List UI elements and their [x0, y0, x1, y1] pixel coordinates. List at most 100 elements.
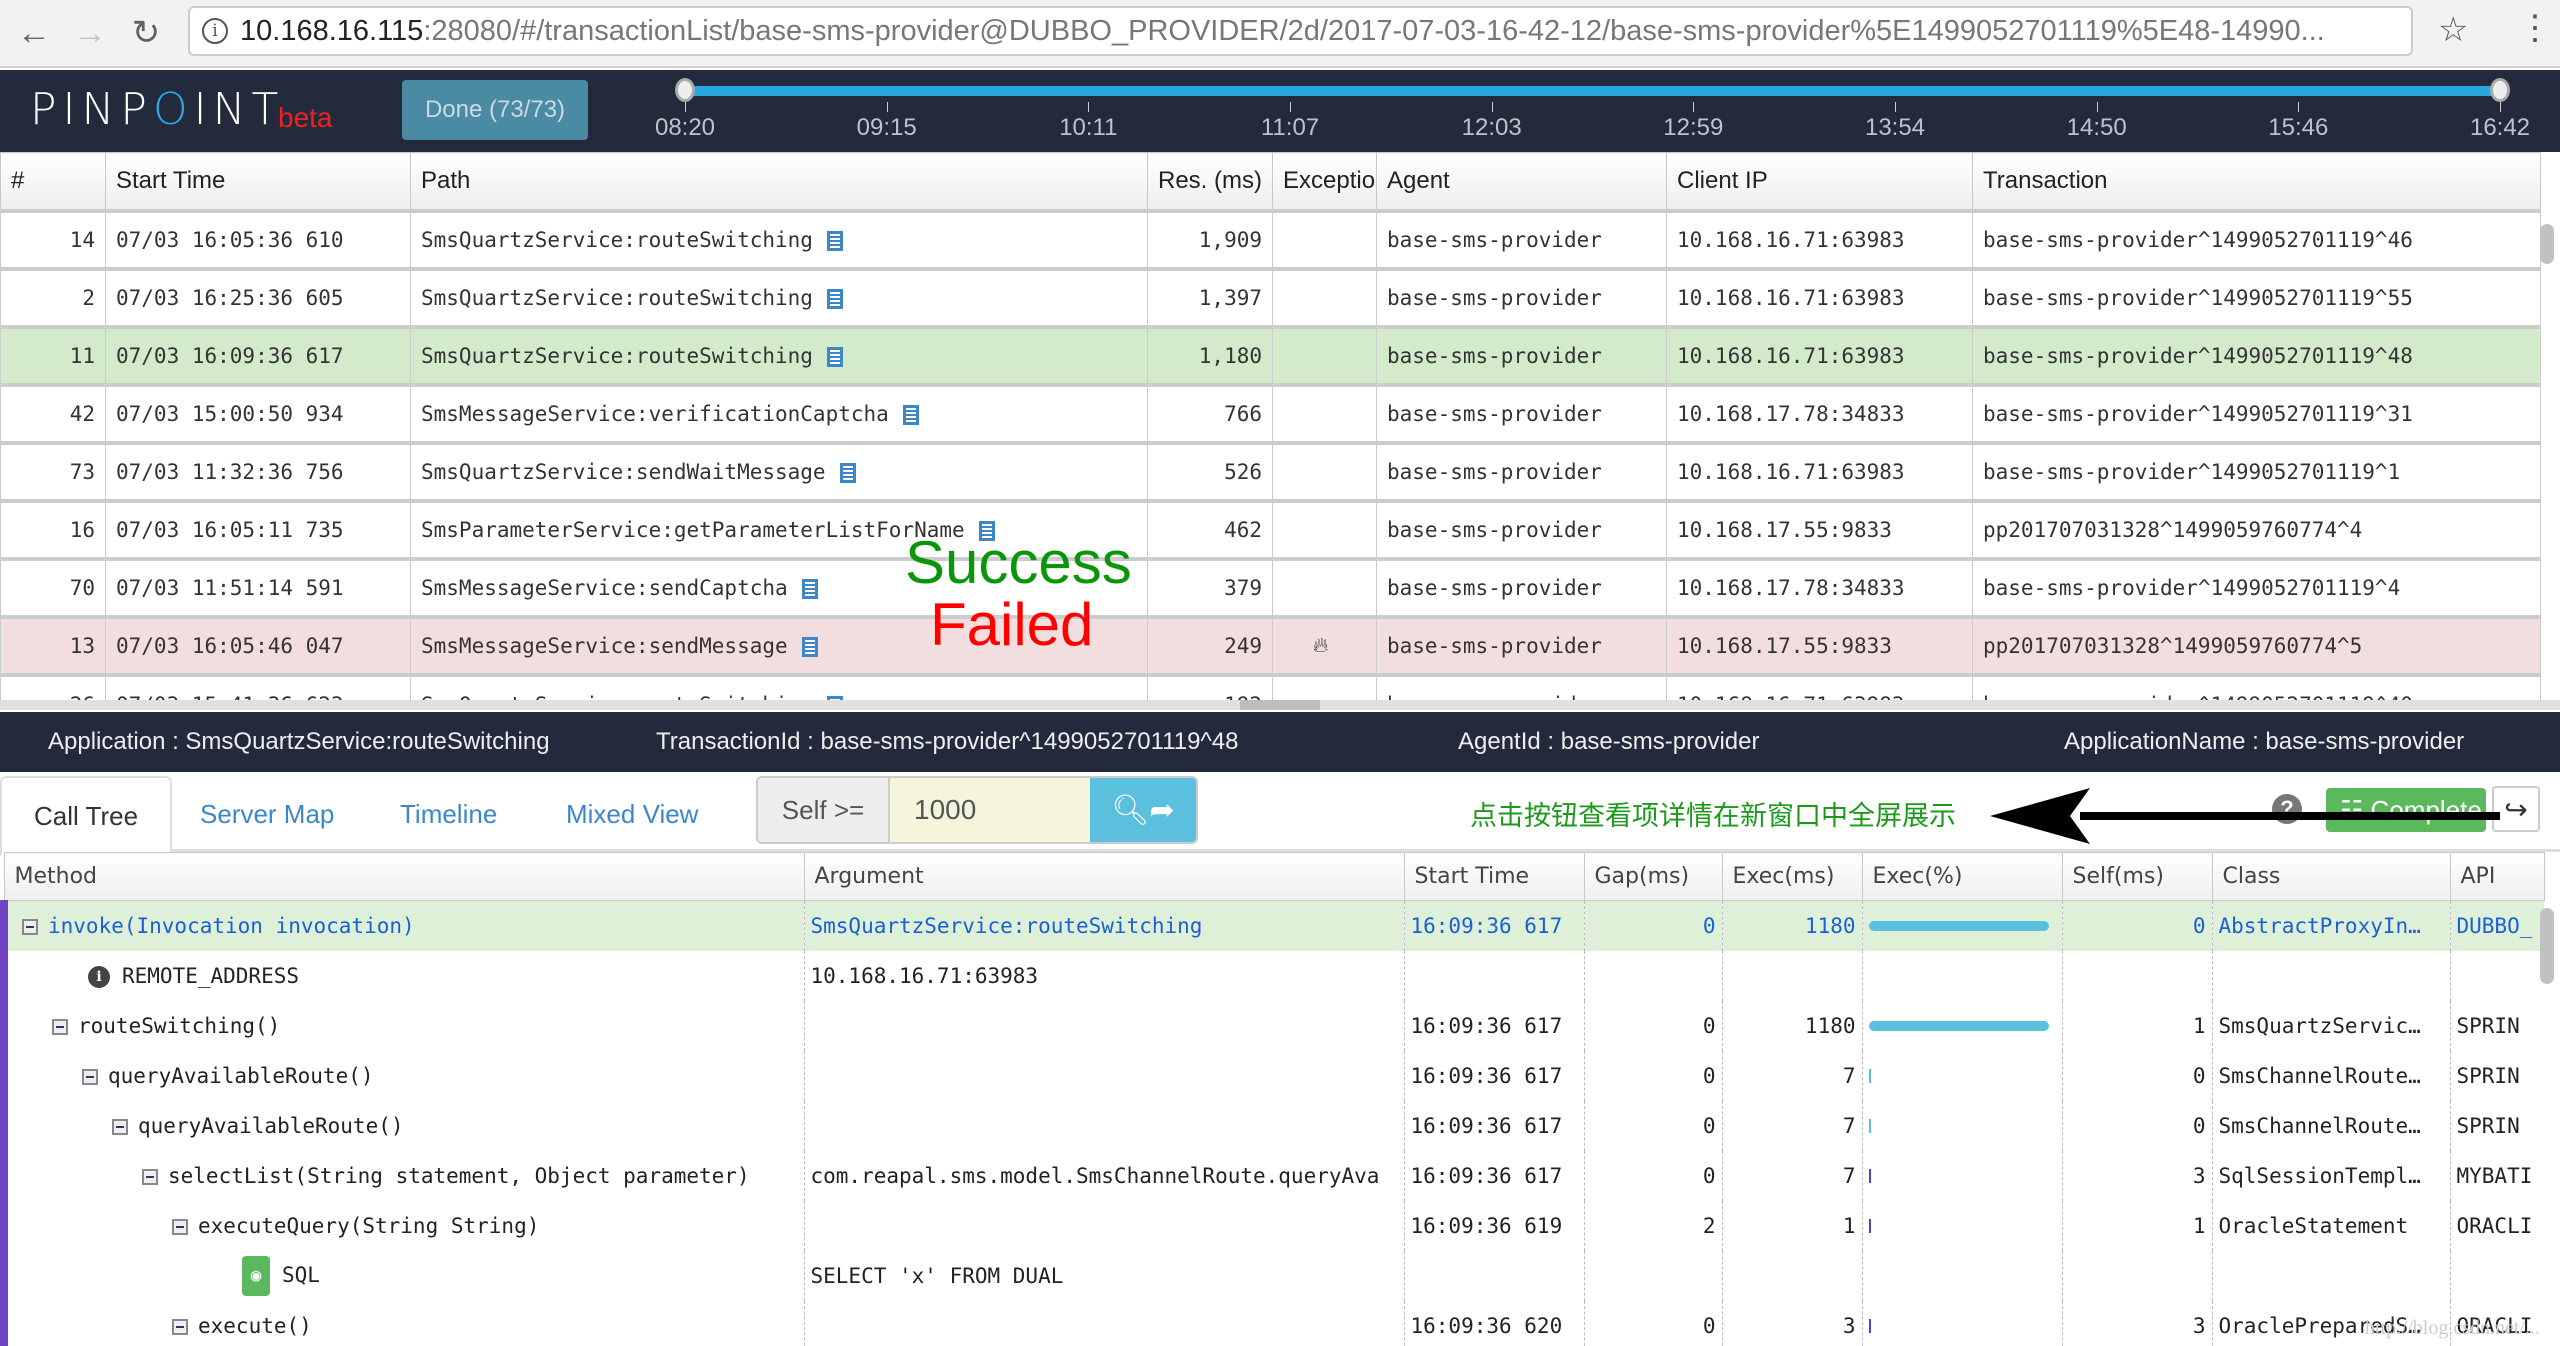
list-horizontal-scrollbar[interactable]	[0, 700, 2560, 710]
tab-timeline[interactable]: Timeline	[368, 776, 529, 852]
tab-call-tree[interactable]: Call Tree	[0, 776, 173, 855]
detail-doc-icon[interactable]	[839, 462, 856, 483]
cell-arg: 10.168.16.71:63983	[803, 950, 1404, 1001]
browser-toolbar: ← → ↻ i 10.168.16.115:28080/#/transactio…	[0, 0, 2560, 68]
calltree-row[interactable]: ◉ SQL SELECT 'x' FROM DUAL	[0, 1250, 2544, 1301]
table-row[interactable]: 13 07/03 16:05:46 047 SmsMessageService:se…	[0, 614, 2541, 675]
table-row[interactable]: 70 07/03 11:51:14 591 SmsMessageService:se…	[0, 556, 2541, 617]
detail-doc-icon[interactable]	[801, 636, 818, 657]
cell-path[interactable]: SmsQuartzService:routeSwitching	[410, 208, 1148, 269]
column-header[interactable]: Agent	[1376, 152, 1667, 211]
calltree-scrollbar[interactable]	[2540, 908, 2554, 984]
cell-self: 3	[2061, 1150, 2212, 1201]
cell-method: invoke(Invocation invocation)	[0, 900, 804, 951]
calltree-row[interactable]: i REMOTE_ADDRESS 10.168.16.71:63983	[0, 950, 2544, 1001]
cell-tx: base-sms-provider^1499052701119^55	[1972, 266, 2541, 327]
cell-self	[2061, 1250, 2212, 1301]
path-text[interactable]: SmsQuartzService:routeSwitching	[421, 286, 813, 310]
cell-path[interactable]: SmsQuartzService:sendWaitMessage	[410, 440, 1148, 501]
table-row[interactable]: 16 07/03 16:05:11 735 SmsParameterService:…	[0, 498, 2541, 559]
column-header[interactable]: Gap(ms)	[1583, 852, 1723, 901]
list-scrollbar[interactable]	[2540, 224, 2554, 264]
calltree-row[interactable]: invoke(Invocation invocation) SmsQuartzSe…	[0, 900, 2544, 951]
path-text[interactable]: SmsMessageService:verificationCaptcha	[421, 402, 889, 426]
cell-start: 07/03 11:32:36 756	[105, 440, 411, 501]
search-forward-button[interactable]: 🔍︎➦	[1090, 778, 1196, 842]
pinpoint-logo[interactable]: PINPOINT	[30, 84, 284, 135]
detail-doc-icon[interactable]	[902, 404, 919, 425]
column-header[interactable]: API	[2449, 852, 2545, 901]
scroll-thumb[interactable]	[1240, 700, 1320, 710]
cell-agent: base-sms-provider	[1376, 382, 1667, 443]
detail-doc-icon[interactable]	[826, 288, 843, 309]
collapse-toggle-icon[interactable]	[112, 1118, 128, 1135]
slider-handle-end[interactable]	[2490, 78, 2510, 102]
calltree-row[interactable]: selectList(String statement, Object para…	[0, 1150, 2544, 1201]
detail-doc-icon[interactable]	[826, 346, 843, 367]
column-header[interactable]: #	[0, 152, 106, 211]
bookmark-star-icon[interactable]: ☆	[2438, 10, 2468, 50]
reload-icon[interactable]: ↻	[124, 11, 168, 55]
path-text[interactable]: SmsQuartzService:routeSwitching	[421, 228, 813, 252]
calltree-row[interactable]: routeSwitching() 16:09:36 617 0 1180 1 SmsQua…	[0, 1000, 2544, 1051]
back-icon[interactable]: ←	[12, 11, 56, 55]
time-range-slider[interactable]	[683, 86, 2498, 96]
column-header[interactable]: Argument	[803, 852, 1405, 901]
exec-percent-bar	[1868, 1068, 1871, 1083]
detail-doc-icon[interactable]	[826, 230, 843, 251]
address-bar[interactable]: i 10.168.16.115:28080/#/transactionList/…	[188, 6, 2413, 56]
tab-mixed-view[interactable]: Mixed View	[534, 776, 730, 852]
column-header[interactable]: Path	[410, 152, 1148, 211]
collapse-toggle-icon[interactable]	[82, 1068, 98, 1085]
forward-icon[interactable]: →	[68, 11, 112, 55]
collapse-toggle-icon[interactable]	[172, 1218, 188, 1235]
sort-desc-icon[interactable]: ↓	[1262, 167, 1272, 194]
column-header[interactable]: Res. (ms) ↓	[1147, 152, 1273, 211]
done-button[interactable]: Done (73/73)	[402, 80, 588, 140]
self-threshold-input[interactable]	[890, 778, 1090, 842]
collapse-toggle-icon[interactable]	[22, 918, 38, 935]
path-text[interactable]: SmsQuartzService:routeSwitching	[421, 344, 813, 368]
column-header[interactable]: Exec(ms)	[1721, 852, 1863, 901]
path-text[interactable]: SmsMessageService:sendMessage	[421, 634, 788, 658]
table-row[interactable]: 73 07/03 11:32:36 756 SmsQuartzService:sen…	[0, 440, 2541, 501]
column-header[interactable]: Exec(%)	[1861, 852, 2063, 901]
calltree-row[interactable]: queryAvailableRoute() 16:09:36 617 0 7 0 SmsC…	[0, 1050, 2544, 1101]
table-row[interactable]: 11 07/03 16:09:36 617 SmsQuartzService:rou…	[0, 324, 2541, 385]
menu-kebab-icon[interactable]: ⋮	[2518, 8, 2552, 48]
column-header[interactable]: Exception	[1272, 152, 1377, 211]
collapse-toggle-icon[interactable]	[172, 1318, 188, 1335]
column-header[interactable]: Start Time	[1403, 852, 1585, 901]
column-header[interactable]: Class	[2211, 852, 2451, 901]
cell-cls	[2211, 950, 2450, 1001]
call-tree: Method Argument Start Time Gap(ms) Exec(ms) E…	[0, 852, 2560, 1346]
cell-gap: 0	[1583, 1150, 1722, 1201]
path-text[interactable]: SmsMessageService:sendCaptcha	[421, 576, 788, 600]
cell-path[interactable]: SmsQuartzService:routeSwitching	[410, 324, 1148, 385]
table-row[interactable]: 2 07/03 16:25:36 605 SmsQuartzService:rout…	[0, 266, 2541, 327]
tab-server-map[interactable]: Server Map	[168, 776, 366, 852]
detail-doc-icon[interactable]	[801, 578, 818, 599]
calltree-row[interactable]: execute() 16:09:36 620 0 3 3 OraclePreparedS……	[0, 1300, 2544, 1346]
cell-exec-percent	[1861, 1300, 2062, 1346]
column-header[interactable]: Start Time	[105, 152, 411, 211]
calltree-row[interactable]: queryAvailableRoute() 16:09:36 617 0 7 0 SmsC…	[0, 1100, 2544, 1151]
table-row[interactable]: 14 07/03 16:05:36 610 SmsQuartzService:rou…	[0, 208, 2541, 269]
path-text[interactable]: SmsQuartzService:sendWaitMessage	[421, 460, 826, 484]
path-text[interactable]: SmsParameterService:getParameterListForN…	[421, 518, 965, 542]
cell-path[interactable]: SmsQuartzService:routeSwitching	[410, 266, 1148, 327]
url-path: :28080/#/transactionList/base-sms-provid…	[423, 14, 2325, 47]
column-header[interactable]: Self(ms)	[2061, 852, 2213, 901]
column-header[interactable]: Method	[3, 852, 805, 901]
table-row[interactable]: 42 07/03 15:00:50 934 SmsMessageService:ve…	[0, 382, 2541, 443]
collapse-toggle-icon[interactable]	[52, 1018, 68, 1035]
sql-eye-icon[interactable]: ◉	[242, 1255, 270, 1296]
column-header[interactable]: Client IP	[1666, 152, 1973, 211]
column-header[interactable]: Transaction	[1972, 152, 2541, 211]
cell-path[interactable]: SmsMessageService:verificationCaptcha	[410, 382, 1148, 443]
site-info-icon[interactable]: i	[202, 18, 228, 44]
slider-handle-start[interactable]	[675, 78, 695, 102]
calltree-row[interactable]: executeQuery(String String) 16:09:36 619 2…	[0, 1200, 2544, 1251]
collapse-toggle-icon[interactable]	[142, 1168, 158, 1185]
cell-gap: 0	[1583, 1100, 1722, 1151]
